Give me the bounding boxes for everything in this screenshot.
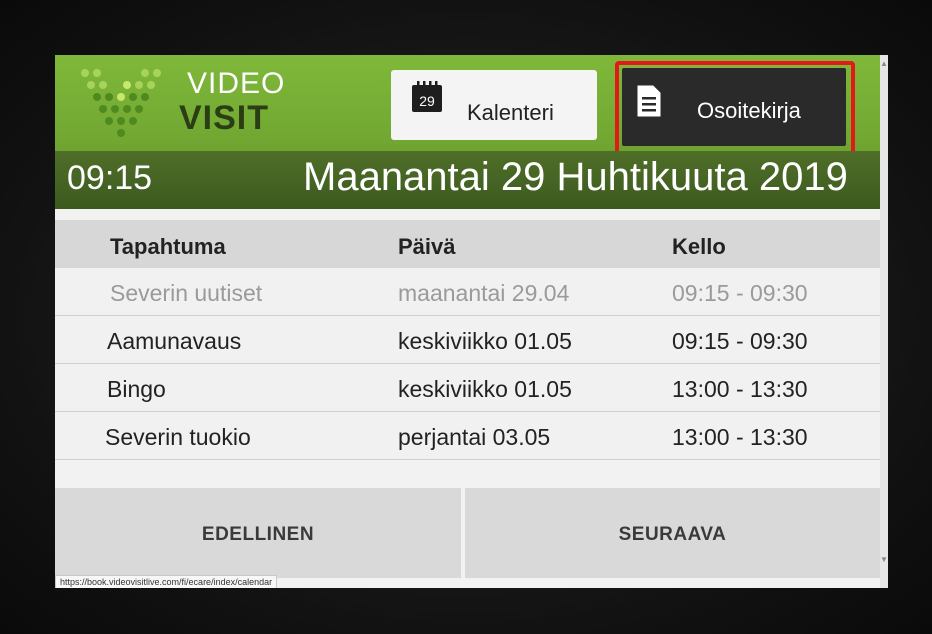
current-date: Maanantai 29 Huhtikuuta 2019 bbox=[303, 155, 848, 199]
event-name: Severin tuokio bbox=[105, 424, 251, 450]
status-url-tooltip: https://book.videovisitlive.com/fi/ecare… bbox=[55, 575, 278, 588]
next-button[interactable]: SEURAAVA bbox=[465, 488, 880, 578]
event-day: keskiviikko 01.05 bbox=[398, 376, 572, 402]
calendar-button[interactable]: 29 Kalenteri bbox=[391, 70, 597, 140]
svg-text:29: 29 bbox=[419, 93, 435, 109]
table-header: Tapahtuma Päivä Kello bbox=[55, 220, 880, 268]
event-day: keskiviikko 01.05 bbox=[398, 328, 572, 354]
calendar-icon: 29 bbox=[412, 81, 442, 112]
column-header-time: Kello bbox=[672, 234, 726, 259]
event-name: Bingo bbox=[107, 376, 166, 402]
videovisit-logo: VIDEO VISIT bbox=[75, 63, 295, 143]
events-table: Tapahtuma Päivä Kello Severin uutiset ma… bbox=[55, 220, 880, 460]
next-button-label: SEURAAVA bbox=[618, 524, 727, 545]
event-name: Severin uutiset bbox=[110, 280, 263, 306]
table-row[interactable]: Severin tuokio perjantai 03.05 13:00 - 1… bbox=[55, 412, 880, 460]
column-header-event: Tapahtuma bbox=[110, 234, 226, 259]
previous-button[interactable]: EDELLINEN bbox=[55, 488, 461, 578]
logo-text-visit: VISIT bbox=[179, 99, 270, 137]
table-row[interactable]: Severin uutiset maanantai 29.04 09:15 - … bbox=[55, 268, 880, 316]
table-row[interactable]: Aamunavaus keskiviikko 01.05 09:15 - 09:… bbox=[55, 316, 880, 364]
event-time: 13:00 - 13:30 bbox=[672, 376, 808, 402]
document-icon bbox=[637, 85, 661, 117]
previous-button-label: EDELLINEN bbox=[201, 524, 315, 545]
event-day: maanantai 29.04 bbox=[398, 280, 570, 306]
vertical-scrollbar[interactable]: ▲ ▼ bbox=[880, 55, 888, 588]
app-screen: VIDEO VISIT 29 Kalenteri Osoitekirja 09:… bbox=[55, 55, 888, 588]
table-row[interactable]: Bingo keskiviikko 01.05 13:00 - 13:30 bbox=[55, 364, 880, 412]
event-time: 13:00 - 13:30 bbox=[672, 424, 808, 450]
column-header-day: Päivä bbox=[398, 234, 456, 259]
addressbook-button-label: Osoitekirja bbox=[697, 98, 801, 123]
calendar-button-label: Kalenteri bbox=[467, 100, 554, 125]
event-name: Aamunavaus bbox=[107, 328, 242, 354]
logo-dots-icon bbox=[81, 69, 161, 137]
current-time: 09:15 bbox=[67, 159, 153, 197]
scroll-down-icon[interactable]: ▼ bbox=[880, 555, 888, 564]
logo-text-video: VIDEO bbox=[187, 67, 286, 100]
scroll-up-icon[interactable]: ▲ bbox=[880, 59, 888, 68]
event-day: perjantai 03.05 bbox=[398, 424, 551, 450]
event-time: 09:15 - 09:30 bbox=[672, 280, 808, 306]
addressbook-button[interactable]: Osoitekirja bbox=[622, 68, 846, 146]
event-time: 09:15 - 09:30 bbox=[672, 328, 808, 354]
